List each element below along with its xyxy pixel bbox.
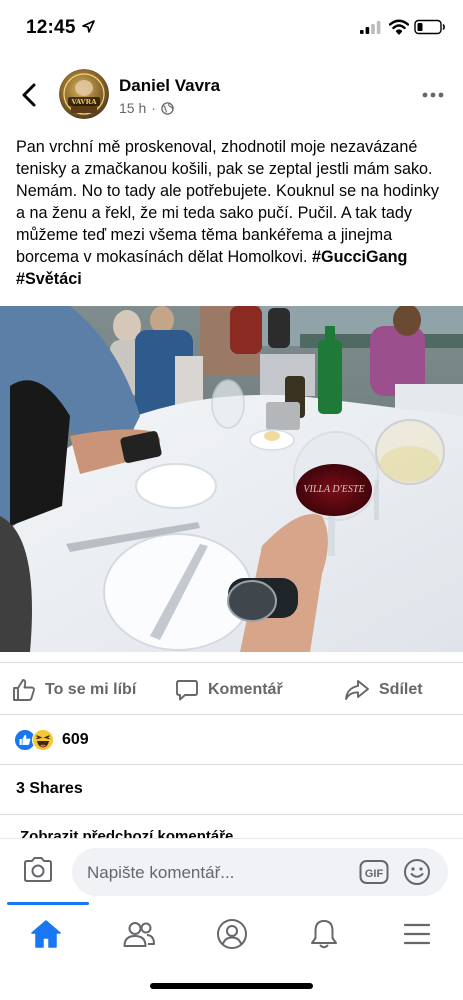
status-time: 12:45	[26, 17, 76, 38]
tab-profile[interactable]	[212, 914, 252, 954]
camera-icon	[24, 857, 52, 882]
share-icon	[345, 680, 369, 700]
menu-icon	[403, 923, 431, 945]
hashtag[interactable]: #GucciGang	[312, 248, 407, 266]
actions-bar: To se mi líbí Komentář Sdílet	[0, 664, 463, 714]
share-button[interactable]: Sdílet	[344, 676, 423, 704]
emoji-button[interactable]	[403, 858, 431, 891]
share-label: Sdílet	[379, 681, 423, 698]
tab-menu[interactable]	[397, 914, 437, 954]
reactions-summary[interactable]: 609	[14, 728, 89, 752]
divider	[0, 714, 463, 715]
tab-home[interactable]	[26, 914, 66, 954]
more-button[interactable]	[418, 80, 448, 110]
comment-input-placeholder: Napište komentář...	[87, 863, 235, 882]
post-photo[interactable]: VILLA D'ESTE	[0, 306, 463, 652]
location-arrow-icon	[82, 20, 95, 38]
wine-glass-label: VILLA D'ESTE	[303, 484, 364, 495]
reaction-count: 609	[62, 731, 89, 748]
back-arrow-icon	[22, 83, 36, 107]
meta-separator: ·	[151, 100, 156, 116]
bottom-tab-bar	[0, 902, 463, 966]
profile-icon	[217, 919, 247, 949]
like-label: To se mi líbí	[45, 681, 137, 698]
avatar-text: VAVRA	[71, 97, 97, 106]
more-icon	[422, 92, 444, 98]
comment-icon	[176, 680, 198, 701]
friends-icon	[123, 922, 155, 947]
home-indicator	[150, 983, 313, 989]
gif-button[interactable]: GIF	[359, 859, 389, 890]
gif-label: GIF	[365, 868, 384, 880]
camera-button[interactable]	[22, 856, 54, 889]
wifi-icon	[388, 19, 410, 40]
home-icon	[31, 920, 61, 948]
post-time[interactable]: 15 h	[119, 100, 146, 116]
post-body-text: Pan vrchní mě proskenoval, zhodnotil moj…	[16, 138, 439, 266]
like-button[interactable]: To se mi líbí	[12, 676, 136, 704]
post-meta: 15 h ·	[119, 100, 174, 116]
signal-icon	[360, 21, 382, 39]
like-icon	[13, 679, 35, 701]
post-header: VAVRA Daniel Vavra 15 h ·	[0, 64, 463, 124]
post-body: Pan vrchní mě proskenoval, zhodnotil moj…	[16, 136, 450, 290]
divider	[0, 764, 463, 765]
hashtag[interactable]: #Světáci	[16, 270, 82, 288]
notifications-icon	[311, 920, 337, 949]
comment-button[interactable]: Komentář	[175, 676, 283, 704]
divider	[0, 662, 463, 663]
emoji-icon	[404, 859, 430, 885]
author-name[interactable]: Daniel Vavra	[119, 76, 220, 96]
haha-reaction-icon	[32, 729, 54, 751]
tab-notifications[interactable]	[304, 914, 344, 954]
divider	[0, 814, 463, 815]
gif-icon: GIF	[359, 860, 389, 884]
back-button[interactable]	[14, 80, 44, 110]
globe-icon	[161, 101, 174, 115]
comment-input[interactable]: Napište komentář... GIF	[72, 848, 448, 896]
status-bar: 12:45	[0, 0, 463, 56]
tab-friends[interactable]	[119, 914, 159, 954]
share-count[interactable]: 3 Shares	[16, 780, 83, 798]
avatar[interactable]: VAVRA	[59, 69, 109, 119]
comment-label: Komentář	[208, 681, 283, 698]
active-tab-indicator	[7, 902, 89, 905]
battery-icon	[414, 19, 446, 40]
comment-composer: Napište komentář... GIF	[0, 838, 463, 902]
